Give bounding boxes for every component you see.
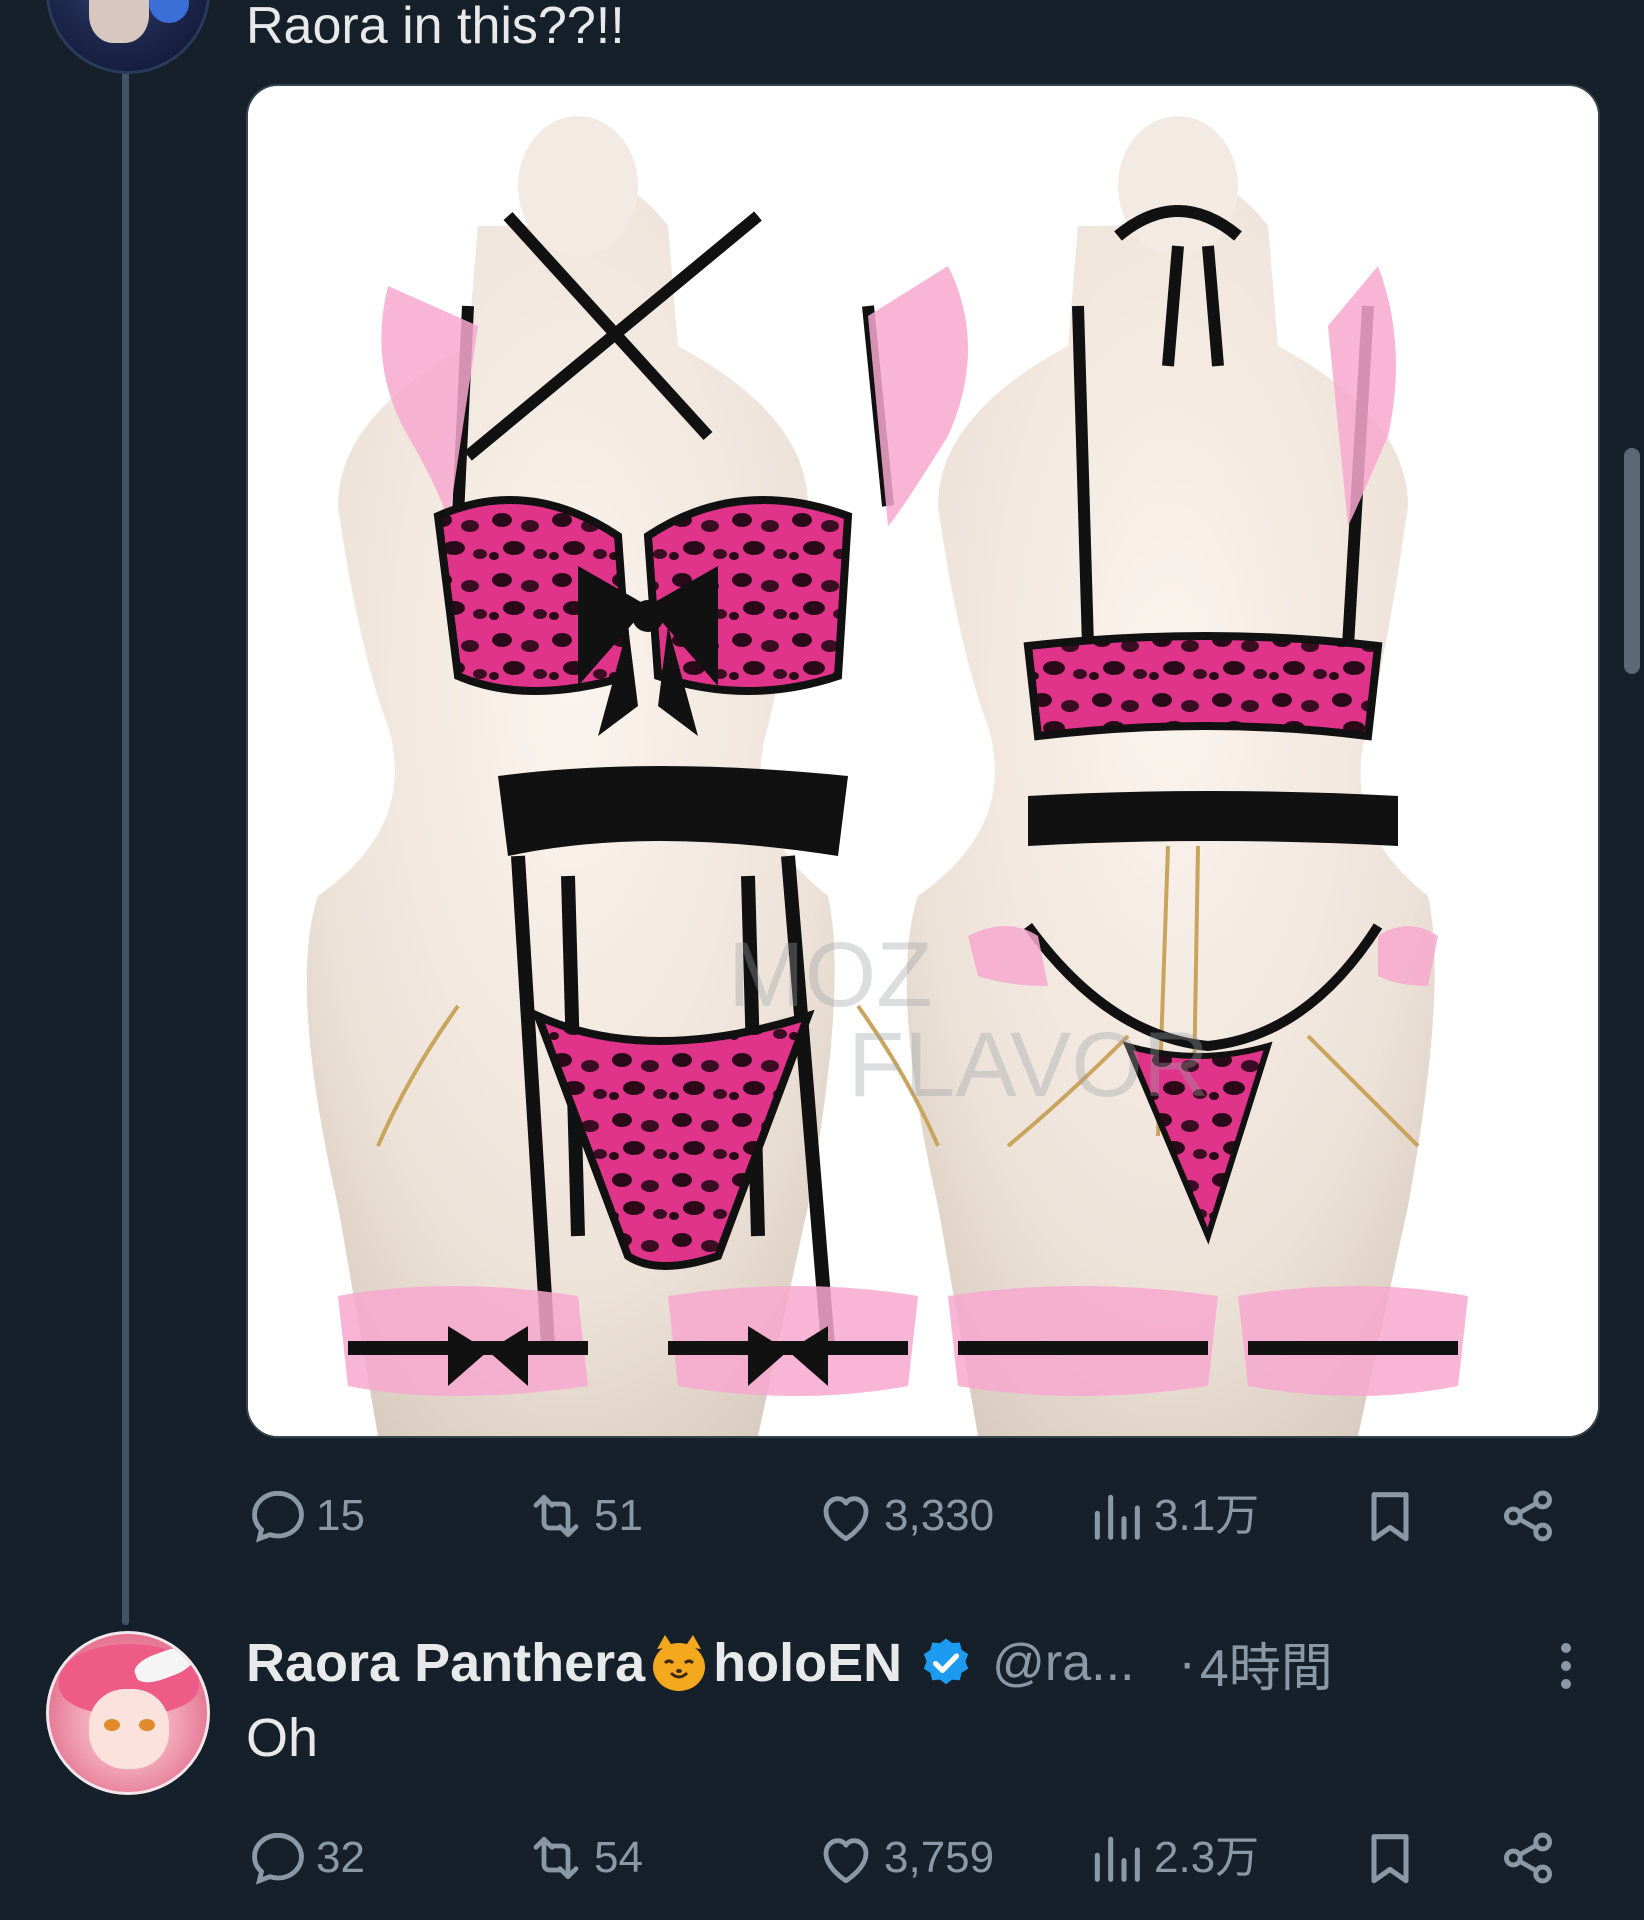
like-button[interactable]: 3,759 — [814, 1818, 994, 1898]
bookmark-button[interactable] — [1358, 1818, 1428, 1898]
views-icon — [1084, 1484, 1148, 1548]
handle[interactable]: @ra... — [992, 1633, 1134, 1693]
share-icon — [1496, 1484, 1560, 1548]
separator: · — [1178, 1634, 1196, 1692]
thread-line — [122, 70, 129, 1625]
tweet-actions: 15 51 3,330 3.1万 — [246, 1476, 1596, 1556]
reply-icon — [246, 1484, 310, 1548]
tweet-text: Oh — [246, 1708, 319, 1768]
reply-button[interactable]: 32 — [246, 1818, 365, 1898]
reply-count: 15 — [316, 1491, 365, 1540]
watermark-line1: MOZ — [728, 924, 932, 1026]
timeline: Raora in this??!! MOZ FLAVOR 15 51 3,330… — [0, 0, 1644, 1920]
heart-icon — [814, 1826, 878, 1890]
reply-icon — [246, 1826, 310, 1890]
share-button[interactable] — [1496, 1818, 1566, 1898]
views-button[interactable]: 2.3万 — [1084, 1818, 1259, 1898]
retweet-button[interactable]: 54 — [524, 1818, 643, 1898]
retweet-count: 54 — [594, 1833, 643, 1882]
reply-count: 32 — [316, 1833, 365, 1882]
display-name[interactable]: Raora Panthera holoEN — [246, 1631, 902, 1695]
bookmark-button[interactable] — [1358, 1476, 1428, 1556]
bookmark-icon — [1358, 1484, 1422, 1548]
reply-button[interactable]: 15 — [246, 1476, 365, 1556]
views-count: 3.1万 — [1154, 1491, 1260, 1540]
retweet-button[interactable]: 51 — [524, 1476, 643, 1556]
verified-badge-icon — [918, 1635, 974, 1691]
scrollbar[interactable] — [1624, 448, 1640, 674]
timestamp[interactable]: 4時間 — [1200, 1626, 1333, 1701]
cat-face-emoji — [647, 1631, 711, 1695]
avatar[interactable] — [46, 0, 210, 74]
share-icon — [1496, 1826, 1560, 1890]
retweet-icon — [524, 1826, 588, 1890]
tweet-header: Raora Panthera holoEN @ra... · 4時間 — [246, 1628, 1636, 1698]
bookmark-icon — [1358, 1826, 1422, 1890]
like-count: 3,759 — [884, 1833, 995, 1882]
display-name-part1: Raora Panthera — [246, 1633, 646, 1693]
views-icon — [1084, 1826, 1148, 1890]
views-count: 2.3万 — [1154, 1833, 1260, 1882]
display-name-part2: holoEN — [713, 1633, 903, 1693]
views-button[interactable]: 3.1万 — [1084, 1476, 1259, 1556]
more-icon[interactable] — [1556, 1636, 1596, 1696]
tweet-media-image[interactable]: MOZ FLAVOR — [246, 84, 1600, 1438]
retweet-count: 51 — [594, 1491, 643, 1540]
like-button[interactable]: 3,330 — [814, 1476, 994, 1556]
like-count: 3,330 — [884, 1491, 995, 1540]
share-button[interactable] — [1496, 1476, 1566, 1556]
watermark-line2: FLAVOR — [848, 1014, 1209, 1116]
retweet-icon — [524, 1484, 588, 1548]
heart-icon — [814, 1484, 878, 1548]
avatar[interactable] — [46, 1631, 210, 1795]
tweet-text: Raora in this??!! — [246, 0, 625, 55]
tweet-actions: 32 54 3,759 2.3万 — [246, 1818, 1596, 1898]
